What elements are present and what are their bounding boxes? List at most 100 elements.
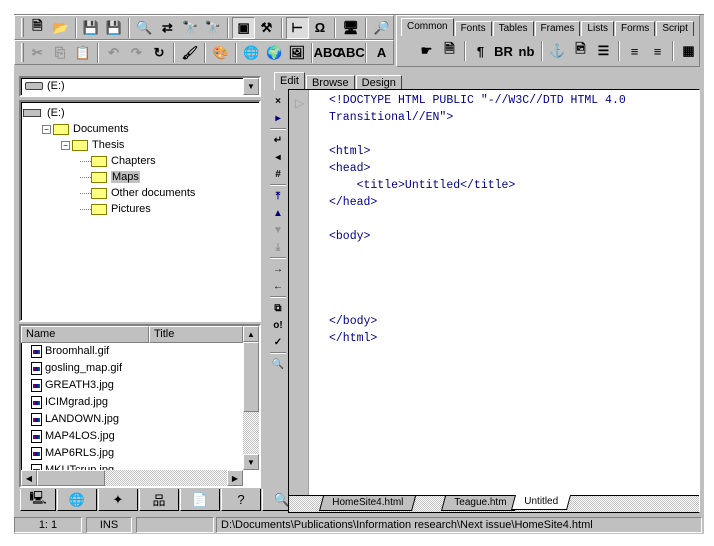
tag-tips-icon[interactable]: o! bbox=[270, 317, 286, 333]
projects-icon[interactable]: ✦ bbox=[98, 489, 138, 511]
new-file-icon[interactable]: 🗎 bbox=[26, 17, 49, 39]
file-row[interactable]: MAP6RLS.jpg bbox=[21, 445, 243, 462]
document-tab[interactable]: Teague.htm bbox=[440, 496, 520, 511]
quickstart-icon[interactable]: ☛ bbox=[415, 40, 438, 62]
reload-icon[interactable]: ↻ bbox=[148, 42, 171, 64]
undo-icon[interactable]: ↶ bbox=[102, 42, 125, 64]
local-files-icon[interactable]: 🖳 bbox=[20, 489, 56, 511]
previous-bookmark-icon[interactable]: ▲ bbox=[270, 205, 286, 221]
quickbar-tab-tables[interactable]: Tables bbox=[492, 21, 534, 36]
preview-dropdown-icon[interactable]: 🔎 bbox=[370, 17, 393, 39]
scroll-down-button[interactable]: ▼ bbox=[243, 454, 259, 470]
goto-bottom-icon[interactable]: ⤓ bbox=[270, 239, 286, 255]
column-header-title[interactable]: Title bbox=[149, 326, 243, 343]
align-right-icon[interactable]: ≡ bbox=[646, 40, 669, 62]
link-verification-icon[interactable]: 🌐 bbox=[240, 42, 263, 64]
remote-files-icon[interactable]: 🌐 bbox=[57, 489, 97, 511]
scroll-right-button[interactable]: ▶ bbox=[227, 470, 243, 486]
toolbar-grip[interactable] bbox=[21, 43, 24, 62]
column-header-name[interactable]: Name bbox=[21, 326, 149, 343]
image-icon[interactable]: 🖻 bbox=[569, 40, 592, 62]
extended-replace-icon[interactable]: 🔭 bbox=[201, 17, 224, 39]
horizontal-scrollbar[interactable]: ◀ ▶ bbox=[21, 470, 243, 486]
editor-tab-design[interactable]: Design bbox=[355, 75, 402, 90]
tree-node[interactable]: − Documents bbox=[42, 121, 129, 137]
hscroll-thumb[interactable] bbox=[37, 470, 105, 486]
special-characters-icon[interactable]: Ω bbox=[309, 17, 332, 39]
file-row[interactable]: ICIMgrad.jpg bbox=[21, 394, 243, 411]
editor-tab-browse[interactable]: Browse bbox=[305, 75, 355, 90]
document-tab[interactable]: HomeSite4.html bbox=[318, 496, 417, 511]
nonbreaking-space-icon[interactable]: nb bbox=[515, 40, 538, 62]
scroll-thumb[interactable] bbox=[243, 342, 259, 412]
color-palette-icon[interactable]: 🎨 bbox=[209, 42, 232, 64]
code-editor[interactable]: <!DOCTYPE HTML PUBLIC "-//W3C//DTD HTML … bbox=[329, 92, 626, 347]
close-document-icon[interactable]: × bbox=[270, 93, 286, 109]
tag-validation-icon[interactable]: ✓ bbox=[270, 334, 286, 350]
browse-icon[interactable]: 🖥 bbox=[339, 17, 362, 39]
tree-node[interactable]: Chapters bbox=[80, 153, 156, 169]
drive-select[interactable]: (E:) ▼ bbox=[19, 76, 261, 97]
tag-completion-icon[interactable]: ⧉ bbox=[270, 300, 286, 316]
edit-tag-icon[interactable]: ⚒ bbox=[255, 17, 278, 39]
validate-icon[interactable]: 🌍 bbox=[263, 42, 286, 64]
file-row[interactable]: GREATH3.jpg bbox=[21, 377, 243, 394]
quickbar-tab-forms[interactable]: Forms bbox=[614, 21, 656, 36]
document-icon[interactable]: 🗎 bbox=[438, 40, 461, 62]
center-icon[interactable]: ≡ bbox=[623, 40, 646, 62]
file-row[interactable]: LANDOWN.jpg bbox=[21, 411, 243, 428]
toggle-results-icon[interactable]: ▸ bbox=[270, 110, 286, 126]
extended-find-icon[interactable]: 🔭 bbox=[179, 17, 202, 39]
site-view-icon[interactable]: 品 bbox=[139, 489, 179, 511]
line-break-icon[interactable]: BR bbox=[492, 40, 515, 62]
collapse-toggle-icon[interactable]: − bbox=[61, 140, 70, 150]
indent-icon[interactable]: → bbox=[270, 261, 286, 277]
save-icon[interactable]: 💾 bbox=[80, 17, 103, 39]
replace-icon[interactable]: ⇄ bbox=[156, 17, 179, 39]
scroll-up-button[interactable]: ▲ bbox=[243, 326, 259, 342]
thumbnails-icon[interactable]: 🖼 bbox=[285, 42, 308, 64]
font-tag-icon[interactable]: A bbox=[370, 42, 393, 64]
tree-node[interactable]: (E:) bbox=[23, 105, 65, 121]
find-icon[interactable]: 🔍 bbox=[133, 17, 156, 39]
code-sweeper-icon[interactable]: 🔍 bbox=[270, 356, 286, 372]
quickbar-tab-common[interactable]: Common bbox=[401, 18, 454, 36]
toolbar-grip[interactable] bbox=[21, 18, 24, 37]
goto-top-icon[interactable]: ⤒ bbox=[270, 188, 286, 204]
open-file-icon[interactable]: 📂 bbox=[49, 17, 72, 39]
line-numbers-icon[interactable]: # bbox=[270, 166, 286, 182]
editor-tab-edit[interactable]: Edit bbox=[274, 72, 305, 90]
collapse-toggle-icon[interactable]: − bbox=[42, 124, 51, 134]
copy-icon[interactable]: ⎘ bbox=[49, 42, 72, 64]
toggle-tag-insight-icon[interactable]: ⊢ bbox=[285, 16, 309, 39]
gutter-icon[interactable]: ◂ bbox=[270, 149, 286, 165]
unindent-icon[interactable]: ← bbox=[270, 278, 286, 294]
help-icon[interactable]: ? bbox=[221, 489, 261, 511]
file-row[interactable]: gosling_map.gif bbox=[21, 360, 243, 377]
anchor-icon[interactable]: ⚓ bbox=[546, 40, 569, 62]
horizontal-rule-icon[interactable]: ☰ bbox=[592, 40, 615, 62]
mark-spelling-errors-icon[interactable]: ABC bbox=[337, 42, 365, 64]
snippets-icon[interactable]: 📄 bbox=[180, 489, 220, 511]
save-all-icon[interactable]: 💾 bbox=[102, 17, 125, 39]
document-tab[interactable]: Untitled bbox=[510, 495, 571, 510]
redo-icon[interactable]: ↷ bbox=[125, 42, 148, 64]
vertical-scrollbar[interactable]: ▲ ▼ bbox=[243, 326, 259, 470]
word-wrap-icon[interactable]: ↵ bbox=[270, 132, 286, 148]
tree-node[interactable]: Pictures bbox=[80, 201, 151, 217]
paste-icon[interactable]: 📋 bbox=[71, 42, 94, 64]
quickbar-tab-script[interactable]: Script bbox=[656, 21, 694, 36]
table-icon[interactable]: ▦ bbox=[677, 40, 700, 62]
quickbar-tab-lists[interactable]: Lists bbox=[581, 21, 614, 36]
cut-icon[interactable]: ✂ bbox=[26, 42, 49, 64]
clean-up-icon[interactable]: 🖌 bbox=[178, 42, 201, 64]
tree-node[interactable]: − Thesis bbox=[61, 137, 124, 153]
quickbar-tab-fonts[interactable]: Fonts bbox=[454, 21, 492, 36]
file-row[interactable]: MAP4LOS.jpg bbox=[21, 428, 243, 445]
paragraph-icon[interactable]: ¶ bbox=[469, 40, 492, 62]
file-row[interactable]: Broomhall.gif bbox=[21, 343, 243, 360]
next-bookmark-icon[interactable]: ▼ bbox=[270, 222, 286, 238]
quickbar-tab-frames[interactable]: Frames bbox=[534, 21, 581, 36]
toggle-resource-tab-icon[interactable]: ▣ bbox=[232, 16, 256, 39]
tree-node[interactable]: Other documents bbox=[80, 185, 195, 201]
